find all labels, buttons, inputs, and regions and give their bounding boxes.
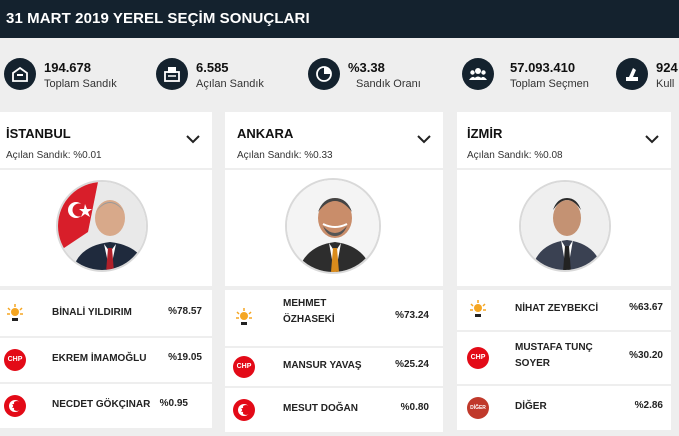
opened-ratio: Açılan Sandık: %0.01 <box>6 150 102 161</box>
candidate-row[interactable]: DİĞER DİĞER %2.86 <box>457 386 671 430</box>
candidate-name-line2: ÖZHASEKİ <box>283 314 335 325</box>
other-party-logo-icon: DİĞER <box>467 397 489 419</box>
city-card-istanbul: İSTANBUL Açılan Sandık: %0.01 BİNALİ YIL… <box>0 112 212 436</box>
city-name: İSTANBUL <box>6 126 71 141</box>
candidate-name: DİĞER <box>515 401 547 412</box>
candidate-row[interactable]: BİNALİ YILDIRIM %78.57 <box>0 290 212 336</box>
candidate-percentage: %0.80 <box>400 402 429 413</box>
stat-value: 924 <box>656 60 678 75</box>
candidate-name: EKREM İMAMOĞLU <box>52 353 147 364</box>
candidate-photo <box>285 178 381 274</box>
city-card-header[interactable]: İZMİR Açılan Sandık: %0.08 <box>457 112 671 168</box>
akp-logo-icon <box>233 306 255 328</box>
stat-label: Toplam Sandık <box>44 78 117 90</box>
chevron-down-icon[interactable] <box>186 134 200 144</box>
pie-chart-icon <box>308 58 340 90</box>
stat-value: %3.38 <box>348 60 385 75</box>
candidate-row[interactable]: CHP MUSTAFA TUNÇ SOYER %30.20 <box>457 332 671 384</box>
chp-logo-icon: CHP <box>233 356 255 378</box>
candidate-name: MEHMET <box>283 298 327 309</box>
akp-logo-icon <box>467 298 489 320</box>
chevron-down-icon[interactable] <box>417 134 431 144</box>
candidate-photo <box>519 180 611 272</box>
stat-label: Sandık Oranı <box>356 78 421 90</box>
candidate-row[interactable]: CHP EKREM İMAMOĞLU %19.05 <box>0 338 212 382</box>
candidate-percentage: %63.67 <box>629 302 663 313</box>
candidate-name-line2: SOYER <box>515 358 551 369</box>
candidate-photo <box>56 180 148 272</box>
candidate-row[interactable]: MEHMET ÖZHASEKİ %73.24 <box>225 290 443 346</box>
opened-ratio: Açılan Sandık: %0.08 <box>467 150 563 161</box>
vote-icon <box>616 58 648 90</box>
ballot-box-icon <box>4 58 36 90</box>
candidate-name: MANSUR YAVAŞ <box>283 360 362 371</box>
open-box-icon <box>156 58 188 90</box>
candidate-row[interactable]: MESUT DOĞAN %0.80 <box>225 388 443 432</box>
candidate-percentage: %0.95 <box>159 398 188 409</box>
mhp-logo-icon <box>4 395 26 417</box>
stats-bar: 194.678 Toplam Sandık 6.585 Açılan Sandı… <box>0 38 679 112</box>
candidate-row[interactable]: NECDET GÖKÇINAR %0.95 <box>0 384 212 428</box>
city-name: ANKARA <box>237 126 294 141</box>
city-card-ankara: ANKARA Açılan Sandık: %0.33 MEHMET ÖZHAS… <box>225 112 443 436</box>
chevron-down-icon[interactable] <box>645 134 659 144</box>
stat-value: 57.093.410 <box>510 60 576 75</box>
mhp-logo-icon <box>233 399 255 421</box>
chp-logo-icon: CHP <box>4 349 26 371</box>
candidate-name: BİNALİ YILDIRIM <box>52 307 132 318</box>
candidate-percentage: %73.24 <box>395 310 429 321</box>
candidate-photo-area <box>457 170 671 286</box>
candidate-name: NECDET GÖKÇINAR <box>52 399 151 410</box>
candidate-name: MUSTAFA TUNÇ <box>515 342 593 353</box>
stat-label: Kull <box>656 78 675 90</box>
candidate-photo-area <box>0 170 212 286</box>
city-card-header[interactable]: İSTANBUL Açılan Sandık: %0.01 <box>0 112 212 168</box>
candidate-percentage: %19.05 <box>168 352 202 363</box>
page-title: 31 MART 2019 YEREL SEÇİM SONUÇLARI <box>6 10 310 27</box>
candidate-row[interactable]: CHP MANSUR YAVAŞ %25.24 <box>225 348 443 386</box>
city-name: İZMİR <box>467 126 503 141</box>
stat-value: 6.585 <box>196 60 229 75</box>
candidate-row[interactable]: NİHAT ZEYBEKCİ %63.67 <box>457 290 671 330</box>
candidate-percentage: %2.86 <box>634 400 663 411</box>
candidate-name: MESUT DOĞAN <box>283 403 358 414</box>
akp-logo-icon <box>4 302 26 324</box>
opened-ratio: Açılan Sandık: %0.33 <box>237 150 333 161</box>
city-card-izmir: İZMİR Açılan Sandık: %0.08 NİHAT ZEYBEKC… <box>457 112 671 436</box>
chp-logo-icon: CHP <box>467 347 489 369</box>
stat-label: Toplam Seçmen <box>510 78 589 90</box>
stat-value: 194.678 <box>44 60 91 75</box>
stat-label: Açılan Sandık <box>196 78 264 90</box>
candidate-percentage: %78.57 <box>168 306 202 317</box>
candidate-percentage: %30.20 <box>629 350 663 361</box>
candidate-name: NİHAT ZEYBEKCİ <box>515 303 599 314</box>
candidate-photo-area <box>225 170 443 286</box>
city-card-header[interactable]: ANKARA Açılan Sandık: %0.33 <box>225 112 443 168</box>
candidate-percentage: %25.24 <box>395 359 429 370</box>
page-header: 31 MART 2019 YEREL SEÇİM SONUÇLARI <box>0 0 679 38</box>
people-icon <box>462 58 494 90</box>
